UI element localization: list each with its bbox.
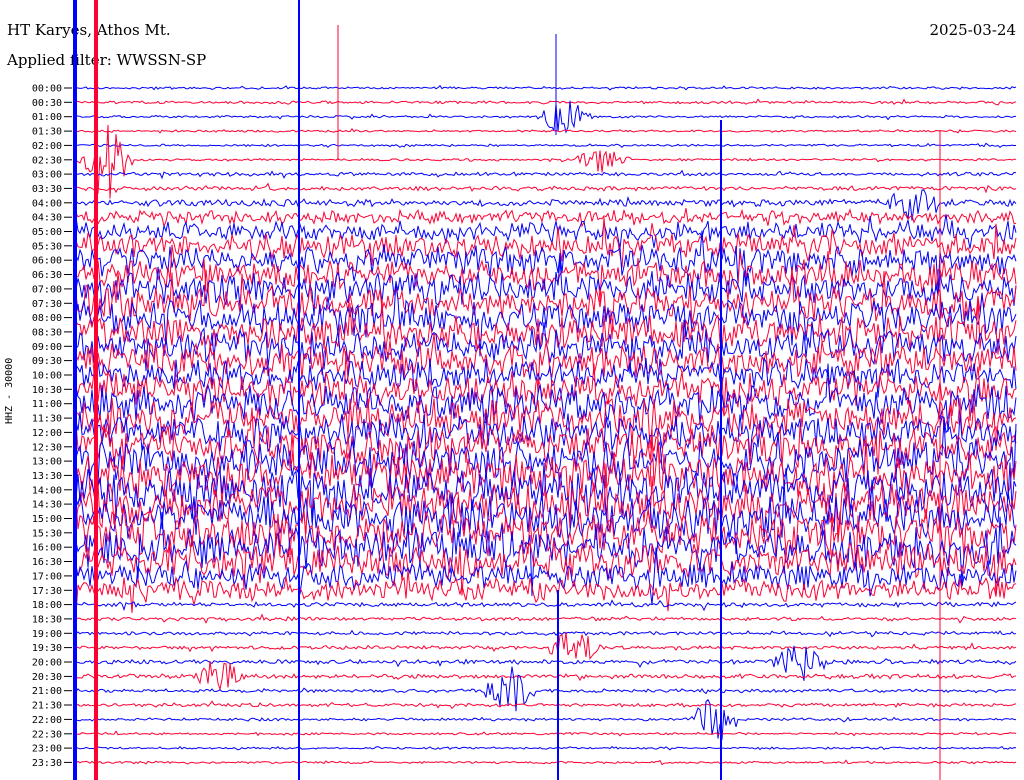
row-time-label: 13:30 (32, 471, 62, 482)
row-time-label: 08:00 (32, 313, 62, 324)
trace-row (75, 230, 1017, 293)
row-time-label: 07:30 (32, 299, 62, 310)
row-time-label: 11:00 (32, 399, 62, 410)
row-time-label: 21:00 (32, 686, 62, 697)
row-time-label: 19:30 (32, 643, 62, 654)
trace-row (75, 661, 1017, 692)
trace-row (75, 98, 1017, 106)
row-time-label: 20:30 (32, 672, 62, 683)
trace-row (75, 631, 1017, 661)
trace-row (75, 759, 1017, 766)
row-time-label: 12:30 (32, 442, 62, 453)
row-time-label: 06:00 (32, 256, 62, 267)
row-time-label: 14:00 (32, 485, 62, 496)
trace-row (75, 217, 1017, 268)
trace-row (75, 182, 1017, 194)
row-time-label: 10:00 (32, 371, 62, 382)
trace-row (75, 127, 1017, 134)
row-time-label: 23:30 (32, 758, 62, 769)
row-time-label: 09:00 (32, 342, 62, 353)
row-time-label: 13:00 (32, 457, 62, 468)
row-time-label: 05:00 (32, 227, 62, 238)
row-time-label: 18:00 (32, 600, 62, 611)
row-time-label: 02:00 (32, 141, 62, 152)
row-time-label: 09:30 (32, 356, 62, 367)
row-time-label: 14:30 (32, 500, 62, 511)
trace-row (75, 599, 1017, 612)
row-time-label: 22:30 (32, 729, 62, 740)
row-time-label: 15:00 (32, 514, 62, 525)
row-label-group: 00:00 00:30 01:00 01:30 02:00 02:30 03:00 03:30… (32, 84, 72, 769)
row-time-label: 10:30 (32, 385, 62, 396)
row-time-label: 18:30 (32, 614, 62, 625)
trace-row (75, 142, 1016, 148)
row-time-label: 17:30 (32, 586, 62, 597)
row-time-label: 11:30 (32, 414, 62, 425)
trace-row (75, 613, 1017, 624)
row-time-label: 00:30 (32, 98, 62, 109)
trace-row (75, 100, 1016, 134)
trace-row (75, 207, 1017, 229)
row-time-label: 01:30 (32, 127, 62, 138)
trace-row (75, 730, 1017, 737)
row-time-label: 01:00 (32, 112, 62, 123)
row-time-label: 17:00 (32, 571, 62, 582)
row-time-label: 23:00 (32, 744, 62, 755)
trace-row (75, 84, 1017, 91)
helicorder-plot: 00:00 00:30 01:00 01:30 02:00 02:30 03:00 03:30… (32, 0, 1017, 780)
row-time-label: 21:30 (32, 701, 62, 712)
row-time-label: 06:30 (32, 270, 62, 281)
trace-row (75, 214, 1017, 249)
row-time-label: 16:00 (32, 543, 62, 554)
row-time-label: 22:00 (32, 715, 62, 726)
row-time-label: 08:30 (32, 327, 62, 338)
row-time-label: 03:30 (32, 184, 62, 195)
row-time-label: 16:30 (32, 557, 62, 568)
row-time-label: 02:30 (32, 155, 62, 166)
row-time-label: 15:30 (32, 528, 62, 539)
trace-row (75, 745, 1017, 751)
row-time-label: 20:00 (32, 658, 62, 669)
row-time-label: 04:00 (32, 198, 62, 209)
row-time-label: 00:00 (32, 84, 62, 95)
row-time-label: 03:00 (32, 170, 62, 181)
trace-row (75, 629, 1017, 638)
row-time-label: 12:00 (32, 428, 62, 439)
trace-row (75, 700, 1017, 710)
trace-group (75, 84, 1017, 766)
row-time-label: 04:30 (32, 213, 62, 224)
row-time-label: 07:00 (32, 284, 62, 295)
row-time-label: 19:00 (32, 629, 62, 640)
trace-row (75, 169, 1017, 180)
row-time-label: 05:30 (32, 241, 62, 252)
